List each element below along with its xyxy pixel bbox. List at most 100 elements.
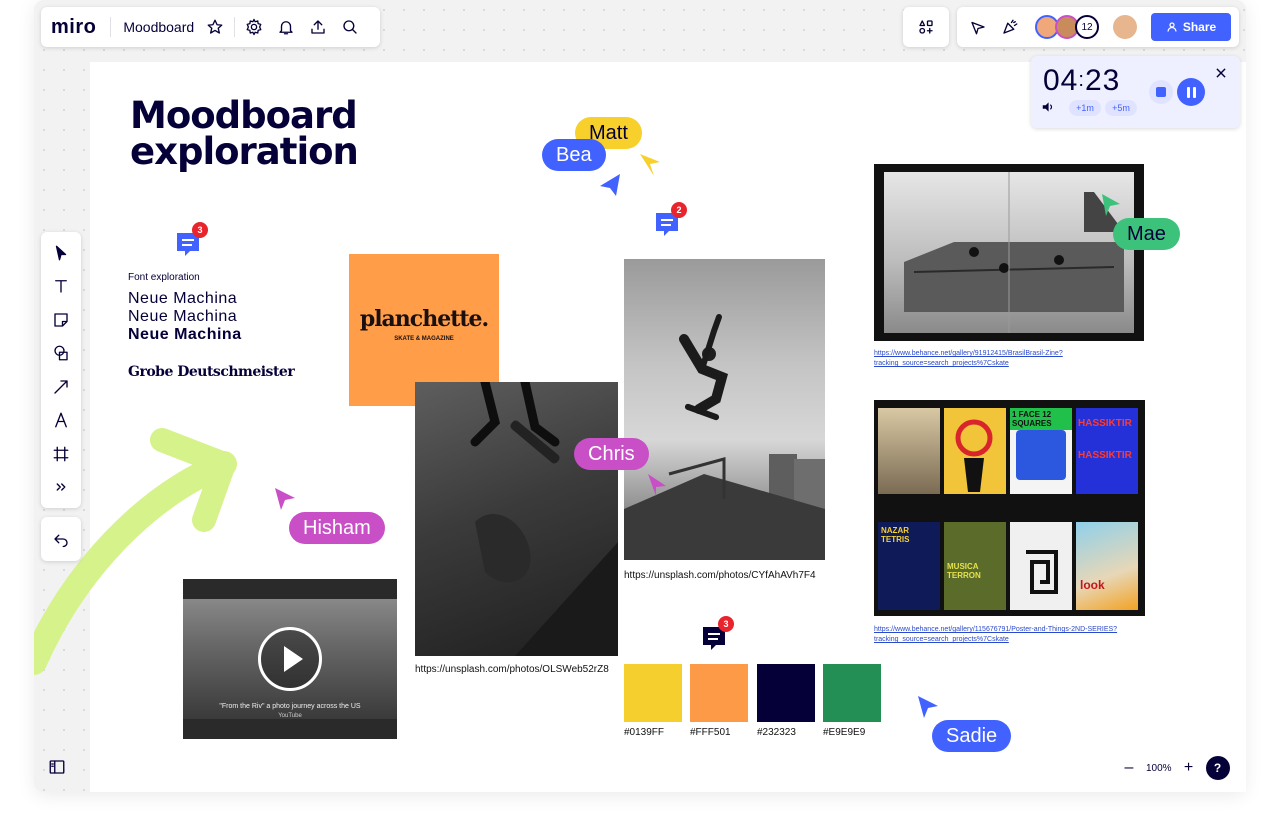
timer-seconds: 23 <box>1085 64 1120 97</box>
pen-tool-icon[interactable] <box>45 404 77 438</box>
planchette-brand-sub: SKATE & MAGAZINE <box>349 336 499 342</box>
skate-shadow-photo[interactable] <box>415 382 618 656</box>
stop-timer-button[interactable] <box>1149 80 1173 104</box>
behance-link-2-line-2[interactable]: tracking_source=search_projects%7Cskate <box>874 634 1009 645</box>
cursor-arrow-bea <box>598 172 622 198</box>
swatch-label: #FFF501 <box>690 727 731 738</box>
board-title-line-2: exploration <box>130 134 358 170</box>
behance-link-1-line-2[interactable]: tracking_source=search_projects%7Cskate <box>874 358 1009 369</box>
video-embed[interactable]: "From the Riv" a photo journey across th… <box>183 579 397 739</box>
undo-icon[interactable] <box>45 522 77 556</box>
poster-12-title-top: HASSIKTIR <box>1076 408 1138 430</box>
cursor-label-sadie: Sadie <box>932 720 1011 752</box>
zine-spread-image <box>884 172 1134 333</box>
swatch-label: #232323 <box>757 727 796 738</box>
search-icon[interactable] <box>337 14 363 40</box>
board-canvas[interactable]: Moodboard exploration Font exploration N… <box>90 62 1246 792</box>
poster-10 <box>944 408 1006 494</box>
play-button[interactable] <box>258 627 322 691</box>
zoom-in-button[interactable]: + <box>1180 759 1198 777</box>
photo-source-url-1[interactable]: https://unsplash.com/photos/OLSWeb52rZ8 <box>415 664 609 675</box>
creation-toolbar <box>41 232 81 508</box>
cursor-arrow-matt <box>638 152 662 178</box>
board-name[interactable]: Moodboard <box>123 19 194 35</box>
zine-spread-photo[interactable] <box>874 164 1144 341</box>
poster-13-title: NAZAR TETRIS <box>878 522 940 548</box>
select-tool-icon[interactable] <box>45 236 77 270</box>
collaboration-panel: 12 Share <box>957 7 1239 47</box>
photo-source-url-2[interactable]: https://unsplash.com/photos/CYfAhAVh7F4 <box>624 570 816 581</box>
share-button-label: Share <box>1183 20 1216 34</box>
swatch-orange[interactable] <box>690 664 748 722</box>
comment-marker[interactable]: 3 <box>700 624 728 652</box>
pause-timer-button[interactable] <box>1177 78 1205 106</box>
bell-icon[interactable] <box>273 14 299 40</box>
user-icon <box>1166 21 1178 33</box>
undo-panel <box>41 517 81 561</box>
poster-16-title: look <box>1080 578 1105 592</box>
connector-tool-icon[interactable] <box>45 370 77 404</box>
poster-15 <box>1010 522 1072 610</box>
skate-shadow-image <box>415 382 618 656</box>
swatch-navy[interactable] <box>757 664 815 722</box>
timer-minutes: 04 <box>1043 64 1078 97</box>
upload-icon[interactable] <box>305 14 331 40</box>
add-1-minute-button[interactable]: +1m <box>1069 100 1101 116</box>
shapes-tool-icon[interactable] <box>45 337 77 371</box>
close-timer-icon[interactable] <box>1214 66 1230 82</box>
timer-panel: 04:23 +1m +5m <box>1031 56 1240 128</box>
collaborator-avatars[interactable]: 12 <box>1035 15 1099 39</box>
celebrate-icon[interactable] <box>997 14 1023 40</box>
volume-icon[interactable] <box>1041 100 1055 114</box>
font-sample-blackletter[interactable]: Grobe Deutschmeister <box>128 364 294 380</box>
poster-11-title: 1 FACE 12 SQUARES <box>1010 408 1072 430</box>
cursor-arrow-mae <box>1098 192 1122 218</box>
share-button[interactable]: Share <box>1151 13 1231 41</box>
planchette-brand-name: planchette. <box>349 306 499 332</box>
board-title[interactable]: Moodboard exploration <box>130 98 358 170</box>
poster-14: MUSICA TERRON <box>944 522 1006 610</box>
cursor-arrow-sadie <box>916 694 940 720</box>
help-button[interactable]: ? <box>1206 756 1230 780</box>
poster-12-title-bottom: HASSIKTIR <box>1076 430 1138 462</box>
font-sample-light[interactable]: Neue Machina <box>128 290 237 308</box>
zoom-level[interactable]: 100% <box>1146 763 1172 774</box>
comment-marker[interactable]: 2 <box>653 210 681 238</box>
font-sample-regular[interactable]: Neue Machina <box>128 308 237 326</box>
skate-jump-photo[interactable] <box>624 259 825 560</box>
comment-count-badge: 2 <box>671 202 687 218</box>
follow-cursor-icon[interactable] <box>965 14 991 40</box>
pause-icon <box>1187 87 1190 98</box>
apps-icon[interactable] <box>913 14 939 40</box>
timer-display: 04:23 <box>1043 64 1120 98</box>
poster-grid-photo[interactable]: 1 FACE 12 SQUARES HASSIKTIR HASSIKTIR NA… <box>874 400 1145 616</box>
toolbar-divider <box>234 17 235 37</box>
font-sample-bold[interactable]: Neue Machina <box>128 326 242 344</box>
add-5-minute-button[interactable]: +5m <box>1105 100 1137 116</box>
text-tool-icon[interactable] <box>45 270 77 304</box>
swatch-yellow[interactable] <box>624 664 682 722</box>
miro-logo[interactable]: miro <box>51 16 96 39</box>
swatch-green[interactable] <box>823 664 881 722</box>
comment-count-badge: 3 <box>718 616 734 632</box>
font-exploration-heading[interactable]: Font exploration <box>128 272 200 283</box>
current-user-avatar[interactable] <box>1113 15 1137 39</box>
frame-tool-icon[interactable] <box>45 437 77 471</box>
board-toolbar: miro Moodboard <box>41 7 380 47</box>
play-icon <box>261 630 319 688</box>
sidebar-toggle-icon[interactable] <box>41 750 73 784</box>
more-tools-icon[interactable] <box>45 471 77 505</box>
comment-count-badge: 3 <box>192 222 208 238</box>
poster-11: 1 FACE 12 SQUARES <box>1010 408 1072 494</box>
poster-11-art <box>1016 430 1066 480</box>
comment-marker[interactable]: 3 <box>174 230 202 258</box>
gear-icon[interactable] <box>241 14 267 40</box>
cursor-arrow-chris <box>644 472 668 498</box>
poster-13: NAZAR TETRIS <box>878 522 940 610</box>
collaborator-count[interactable]: 12 <box>1075 15 1099 39</box>
zoom-out-button[interactable]: – <box>1120 759 1138 777</box>
sticky-note-tool-icon[interactable] <box>45 303 77 337</box>
star-icon[interactable] <box>202 14 228 40</box>
cursor-label-hisham: Hisham <box>289 512 385 544</box>
board-title-line-1: Moodboard <box>130 98 358 134</box>
